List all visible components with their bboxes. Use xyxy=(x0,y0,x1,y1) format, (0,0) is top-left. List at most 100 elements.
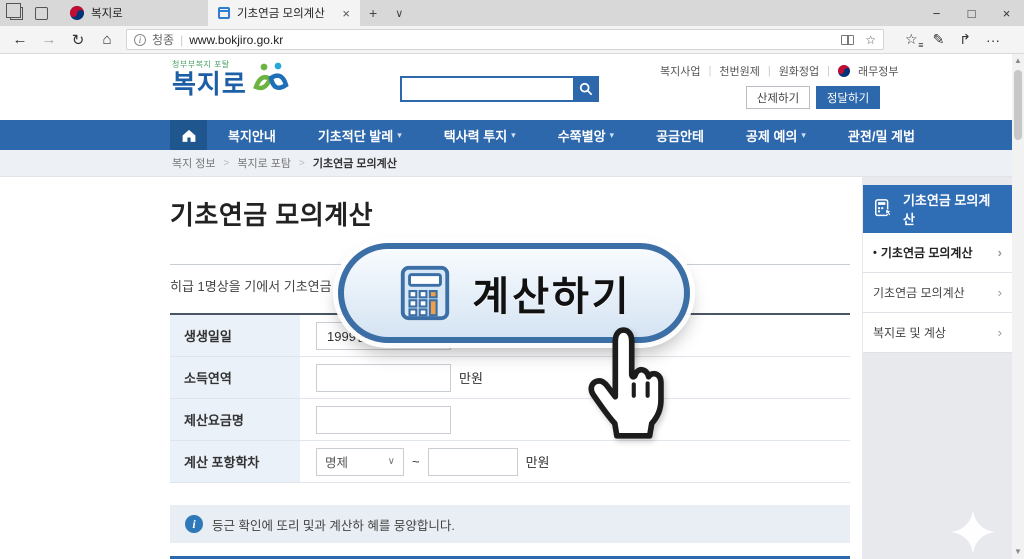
range-select[interactable]: 명제 ∨ xyxy=(316,447,404,476)
search-input[interactable] xyxy=(400,76,573,102)
field-label: 생생일일 xyxy=(170,315,300,356)
link-separator: | xyxy=(827,65,831,77)
scrollbar-thumb[interactable] xyxy=(1014,70,1022,140)
nav-label: 공금안테 xyxy=(656,128,704,144)
income-input[interactable] xyxy=(316,363,451,392)
fee-input[interactable] xyxy=(316,405,451,434)
link-separator: | xyxy=(767,65,771,77)
info-icon: i xyxy=(185,515,203,533)
calculator-hand-icon xyxy=(875,199,893,217)
main-navigation: 복지안내 기초적단 발레 ▾ 택사력 투지 ▾ 수쭉별앙 ▾ 공금안테 공제 예… xyxy=(0,120,1012,150)
unit-label: 만원 xyxy=(525,455,550,470)
favorite-star-icon[interactable]: ☆ xyxy=(865,33,876,47)
nav-label: 관젼/밀 계법 xyxy=(847,128,915,144)
link-separator: | xyxy=(708,65,712,77)
active-bullet: • xyxy=(873,246,877,259)
sidebar-item-label: 기초연금 모의계산 xyxy=(873,286,965,300)
more-options-icon[interactable]: ··· xyxy=(986,32,1000,48)
site-info-label: 청종 xyxy=(152,33,175,47)
breadcrumb-item[interactable]: 복지로 포탐 xyxy=(237,155,291,171)
info-notice: i 등근 확인에 또리 및과 계산하 혜를 뭉양합니다. xyxy=(170,505,850,543)
nav-item-basic-pension[interactable]: 기초적단 발레 ▾ xyxy=(297,120,423,150)
tab-preview-icon[interactable] xyxy=(6,2,23,20)
window-minimize-button[interactable]: − xyxy=(919,0,954,26)
page-viewport: 청부부복지 포탈 복지로 복지사업 | 천번원제 | 원화정업 | 래무정부 산… xyxy=(0,54,1024,559)
chevron-right-icon: › xyxy=(997,325,1002,340)
unit-label: 만원 xyxy=(459,371,483,386)
chevron-down-icon: ∨ xyxy=(387,456,395,467)
favorites-hub-icon[interactable]: ☆ xyxy=(905,31,923,50)
home-icon xyxy=(182,129,195,142)
scrollbar[interactable]: ▲ ▼ xyxy=(1012,54,1024,559)
breadcrumb-separator: > xyxy=(299,157,305,169)
browser-tab-bar: 복지로 기초연금 모의계산 × + ∨ − □ × xyxy=(0,0,1024,26)
refresh-icon[interactable]: ↻ xyxy=(68,31,88,49)
chevron-down-icon: ▾ xyxy=(397,129,402,140)
link-second[interactable]: 천번원제 xyxy=(719,63,759,79)
tilde-label: ~ xyxy=(412,454,420,469)
field-label: 계산 포항학차 xyxy=(170,441,300,482)
page-title: 기초연금 모의계산 xyxy=(170,200,374,230)
sidebar-item-pension-calc[interactable]: 기초연금 모의계산 › xyxy=(863,273,1012,313)
address-bar[interactable]: i 청종 | www.bokjiro.go.kr ☆ xyxy=(126,29,884,50)
tab-bokjiro[interactable]: 복지로 xyxy=(60,0,208,26)
url-separator: | xyxy=(180,32,184,47)
nav-item-second[interactable]: 택사력 투지 ▾ xyxy=(423,120,537,150)
link-gov[interactable]: 래무정부 xyxy=(858,63,898,79)
forward-icon[interactable]: → xyxy=(39,31,59,48)
chevron-down-icon: ▾ xyxy=(511,129,516,140)
search-button[interactable] xyxy=(573,76,599,102)
calculate-button-label: 계산하기 xyxy=(472,275,632,319)
submit-button[interactable]: 정달하기 xyxy=(816,86,880,109)
scroll-down-icon[interactable]: ▼ xyxy=(1012,545,1024,559)
nav-item-fourth[interactable]: 공금안테 xyxy=(635,120,725,150)
chevron-down-icon: ▾ xyxy=(609,129,615,140)
site-info-icon[interactable]: i xyxy=(134,33,146,46)
main-content: 기초연금 모의계산 히급 1명상을 기에서 기초연금 모의계 생생일일 소득연역… xyxy=(170,177,850,559)
nav-label: 복지안내 xyxy=(228,128,276,144)
new-tab-button[interactable]: + xyxy=(360,0,386,26)
link-welfare-business[interactable]: 복지사업 xyxy=(660,63,700,79)
reading-view-icon[interactable] xyxy=(841,34,855,45)
sidebar-item-bokjiro[interactable]: 복지로 및 계상 › xyxy=(863,313,1012,353)
range-input[interactable] xyxy=(427,447,518,476)
form-row-fee: 제산요금명 xyxy=(170,399,850,441)
nav-item-third[interactable]: 수쭉별앙 ▾ xyxy=(537,120,635,150)
breadcrumb: 복지 정보 > 복지로 포탐 > 기초연금 모의계산 xyxy=(0,150,1012,177)
tab-close-icon[interactable]: × xyxy=(342,6,350,21)
breadcrumb-item[interactable]: 복지 정보 xyxy=(172,155,216,171)
nav-label: 기초적단 발레 xyxy=(317,128,394,144)
browser-toolbar: ← → ↻ ⌂ i 청종 | www.bokjiro.go.kr ☆ ☆ ✎ ↱… xyxy=(0,26,1024,54)
link-third[interactable]: 원화정업 xyxy=(779,63,819,79)
form-row-income: 소득연역 만원 xyxy=(170,357,850,399)
sidebar: 기초연금 모의계산 • 기초연금 모의계산 › 기초연금 모의계산 › 복지로 … xyxy=(863,185,1012,353)
form-row-range: 계산 포항학차 명제 ∨ ~ 만원 xyxy=(170,441,850,483)
back-icon[interactable]: ← xyxy=(10,31,30,48)
delete-button[interactable]: 산제하기 xyxy=(746,86,810,109)
sparkle-icon xyxy=(951,510,995,554)
nav-label: 택사력 투지 xyxy=(443,128,508,144)
tab-pension-calculator[interactable]: 기초연금 모의계산 × xyxy=(208,0,360,26)
scroll-up-icon[interactable]: ▲ xyxy=(1012,54,1024,68)
nav-item-welfare-guide[interactable]: 복지안내 xyxy=(207,120,297,150)
site-logo[interactable]: 청부부복지 포탈 복지로 xyxy=(172,59,291,97)
search-icon xyxy=(579,82,593,96)
set-aside-tabs-icon[interactable] xyxy=(35,6,48,20)
share-icon[interactable]: ↱ xyxy=(959,31,971,48)
window-maximize-button[interactable]: □ xyxy=(954,0,989,26)
nav-item-fifth[interactable]: 공제 예의 ▾ xyxy=(725,120,827,150)
sidebar-item-pension-calc-active[interactable]: • 기초연금 모의계산 › xyxy=(863,233,1012,273)
nav-item-sixth[interactable]: 관젼/밀 계법 xyxy=(827,120,936,150)
nav-label: 공제 예의 xyxy=(745,128,798,144)
home-icon[interactable]: ⌂ xyxy=(97,31,117,48)
calculator-icon xyxy=(401,265,450,321)
chevron-down-icon: ▾ xyxy=(801,129,806,140)
sidebar-item-label: 복지로 및 계상 xyxy=(873,326,946,340)
field-label: 소득연역 xyxy=(170,357,300,398)
chevron-right-icon: › xyxy=(997,245,1002,260)
web-note-pen-icon[interactable]: ✎ xyxy=(933,31,945,48)
tab-list-chevron-icon[interactable]: ∨ xyxy=(386,0,412,26)
nav-home-button[interactable] xyxy=(170,120,207,150)
window-close-button[interactable]: × xyxy=(989,0,1024,26)
breadcrumb-separator: > xyxy=(223,157,230,169)
